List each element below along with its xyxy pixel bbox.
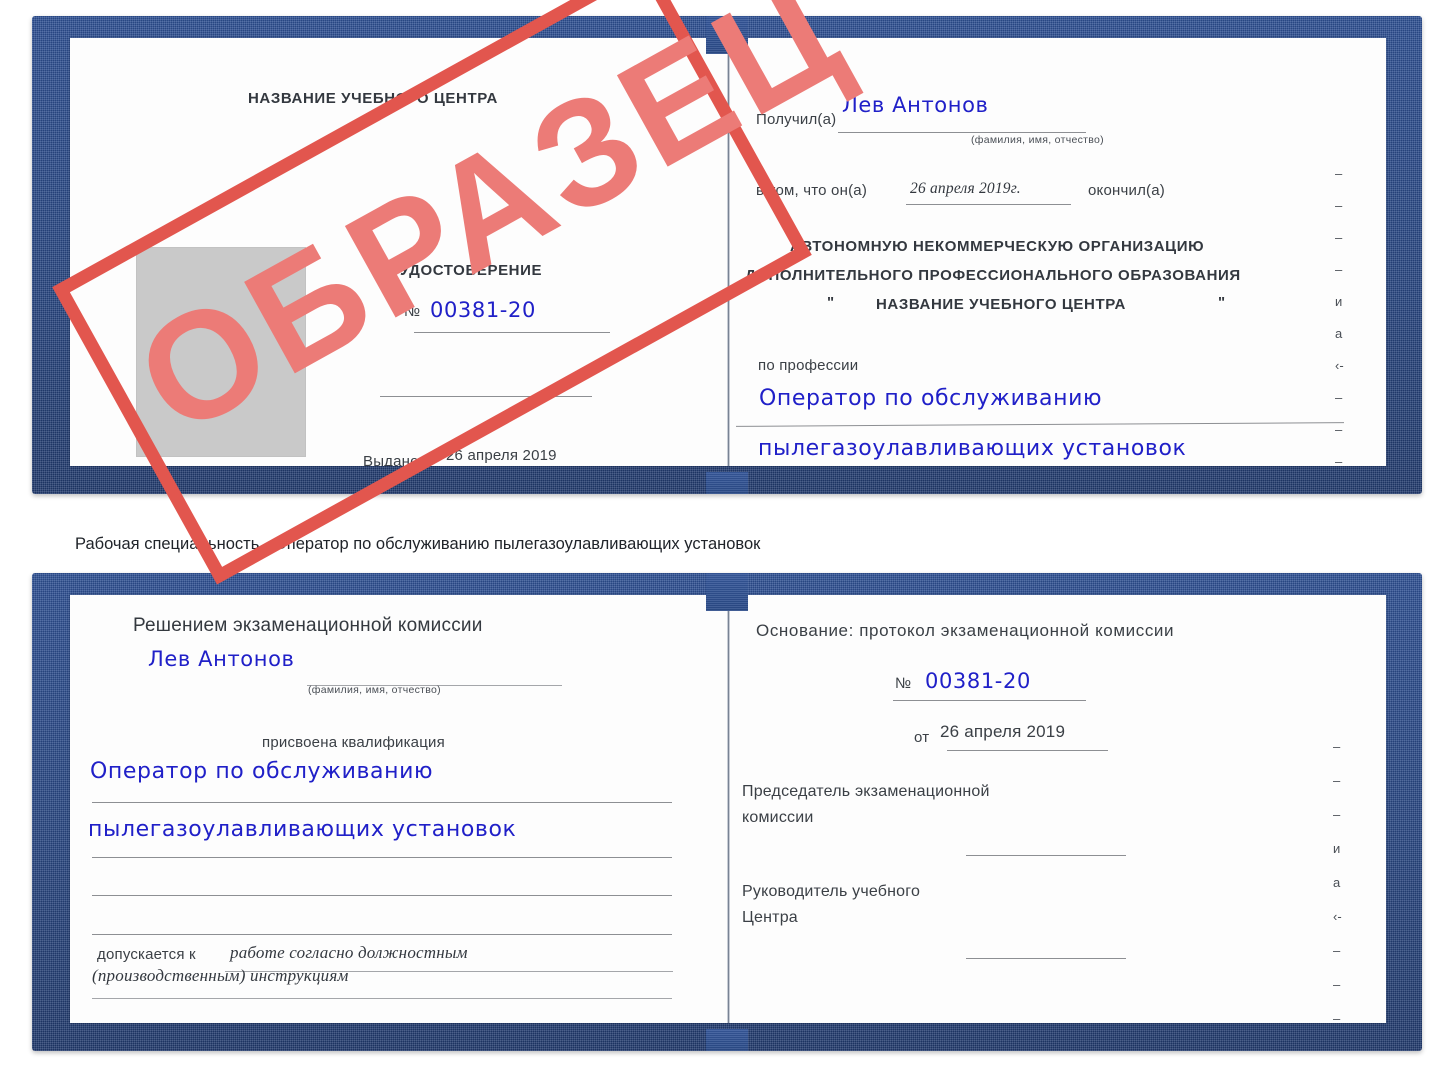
certificate-2-left-page: Решением экзаменационной комиссии Лев Ан… xyxy=(70,595,728,1023)
basis-label: Основание: протокол экзаменационной коми… xyxy=(756,621,1175,640)
head-label-line-2: Центра xyxy=(742,909,798,926)
edge-fragment: – xyxy=(1333,773,1341,788)
edge-fragment: – xyxy=(1335,422,1343,437)
training-center-header: НАЗВАНИЕ УЧЕБНОГО ЦЕНТРА xyxy=(248,90,498,107)
admitted-value-line-1: работе согласно должностным xyxy=(230,943,468,962)
edge-fragment: – xyxy=(1335,230,1343,245)
certificate-number-value: 00381-20 xyxy=(430,298,536,322)
profession-value-line-2: пылегазоулавливающих установок xyxy=(758,436,1187,461)
certificate-2-spine-tab xyxy=(706,573,748,611)
certificate-1-spine xyxy=(726,38,730,466)
certificate-1-left-page: НАЗВАНИЕ УЧЕБНОГО ЦЕНТРА УДОСТОВЕРЕНИЕ №… xyxy=(70,38,728,466)
certificate-1-pages: НАЗВАНИЕ УЧЕБНОГО ЦЕНТРА УДОСТОВЕРЕНИЕ №… xyxy=(70,38,1386,466)
edge-fragment: – xyxy=(1333,739,1341,754)
protocol-date-label: от xyxy=(914,729,930,746)
edge-fragment: ‹- xyxy=(1333,909,1342,924)
edge-fragment: – xyxy=(1335,262,1343,277)
edge-fragment: а xyxy=(1335,326,1343,341)
protocol-date-rule xyxy=(947,750,1108,751)
that-he-rule xyxy=(906,204,1071,205)
certificate-1-spine-tab-bottom xyxy=(706,472,748,494)
qualification-rule-1 xyxy=(92,802,672,803)
that-he-value: 26 апреля 2019г. xyxy=(910,180,1021,197)
edge-fragment-list: – – – – и а ‹- – – – xyxy=(1335,158,1359,466)
chairman-signature-rule xyxy=(966,855,1126,856)
finished-label: окончил(а) xyxy=(1088,182,1165,199)
qualification-rule-4 xyxy=(92,934,672,935)
received-value: Лев Антонов xyxy=(842,93,989,117)
received-label: Получил(а) xyxy=(756,111,837,128)
qualification-value-line-1: Оператор по обслуживанию xyxy=(90,759,434,784)
chairman-label-line-1: Председатель экзаменационной xyxy=(742,783,990,800)
issued-value: 26 апреля 2019 xyxy=(446,447,557,464)
protocol-number-value: 00381-20 xyxy=(925,669,1031,693)
edge-fragment: – xyxy=(1333,807,1341,822)
qualification-label: присвоена квалификация xyxy=(262,734,445,751)
organization-quote-open: " xyxy=(827,294,835,311)
edge-fragment: – xyxy=(1335,454,1343,466)
head-signature-rule xyxy=(966,958,1126,959)
certificate-2-spine xyxy=(726,595,730,1023)
certificate-2-cover: Решением экзаменационной комиссии Лев Ан… xyxy=(32,573,1422,1051)
profession-rule-1 xyxy=(736,422,1344,427)
profession-value-line-1: Оператор по обслуживанию xyxy=(759,386,1103,411)
organization-line-3: НАЗВАНИЕ УЧЕБНОГО ЦЕНТРА xyxy=(876,296,1126,313)
photo-placeholder xyxy=(136,247,306,457)
chairman-label-line-2: комиссии xyxy=(742,809,814,826)
head-label-line-1: Руководитель учебного xyxy=(742,883,921,900)
qualification-rule-2 xyxy=(92,857,672,858)
edge-fragment-list: – – – и а ‹- – – – xyxy=(1333,730,1357,1023)
edge-fragment: – xyxy=(1333,1011,1341,1023)
edge-fragment: ‹- xyxy=(1335,358,1344,373)
protocol-number-label: № xyxy=(895,675,912,692)
edge-fragment: – xyxy=(1335,166,1343,181)
certificate-number-label: № xyxy=(404,303,421,320)
edge-fragment: – xyxy=(1335,390,1343,405)
received-hint: (фамилия, имя, отчество) xyxy=(971,134,1104,146)
page-caption: Рабочая специальность - Оператор по обсл… xyxy=(75,535,761,553)
organization-quote-close: " xyxy=(1218,294,1226,311)
edge-fragment: – xyxy=(1335,198,1343,213)
admitted-rule-2 xyxy=(92,998,672,999)
student-name-hint: (фамилия, имя, отчество) xyxy=(308,684,441,696)
certificate-2-spine-tab-bottom xyxy=(706,1029,748,1051)
certificate-2-pages: Решением экзаменационной комиссии Лев Ан… xyxy=(70,595,1386,1023)
organization-line-1: АВТОНОМНУЮ НЕКОММЕРЧЕСКУЮ ОРГАНИЗАЦИЮ xyxy=(790,238,1205,255)
edge-fragment: а xyxy=(1333,875,1341,890)
protocol-date-value: 26 апреля 2019 xyxy=(940,722,1066,741)
certificate-title: УДОСТОВЕРЕНИЕ xyxy=(400,262,543,279)
edge-fragment: – xyxy=(1333,943,1341,958)
received-rule xyxy=(838,132,1086,133)
commission-decision-header: Решением экзаменационной комиссии xyxy=(133,615,483,636)
admitted-label: допускается к xyxy=(97,946,196,963)
qualification-rule-3 xyxy=(92,895,672,896)
profession-label: по профессии xyxy=(758,357,859,374)
certificate-1-right-page: Получил(а) Лев Антонов (фамилия, имя, от… xyxy=(728,38,1386,466)
organization-line-2: ДОПОЛНИТЕЛЬНОГО ПРОФЕССИОНАЛЬНОГО ОБРАЗО… xyxy=(745,267,1241,284)
edge-fragment: и xyxy=(1333,841,1341,856)
certificate-1-cover: НАЗВАНИЕ УЧЕБНОГО ЦЕНТРА УДОСТОВЕРЕНИЕ №… xyxy=(32,0,1422,585)
student-name-value: Лев Антонов xyxy=(148,647,295,671)
edge-fragment: и xyxy=(1335,294,1343,309)
admitted-value-line-2: (производственным) инструкциям xyxy=(92,966,349,985)
certificate-2-right-page: Основание: протокол экзаменационной коми… xyxy=(728,595,1386,1023)
protocol-number-rule xyxy=(893,700,1086,701)
certificate-number-rule xyxy=(414,332,610,333)
issued-label: Выдано xyxy=(363,453,419,466)
certificate-1-spine-tab xyxy=(706,16,748,54)
edge-fragment: – xyxy=(1333,977,1341,992)
blank-rule-1 xyxy=(380,396,592,397)
that-he-label: в том, что он(а) xyxy=(756,182,868,199)
qualification-value-line-2: пылегазоулавливающих установок xyxy=(88,817,517,842)
